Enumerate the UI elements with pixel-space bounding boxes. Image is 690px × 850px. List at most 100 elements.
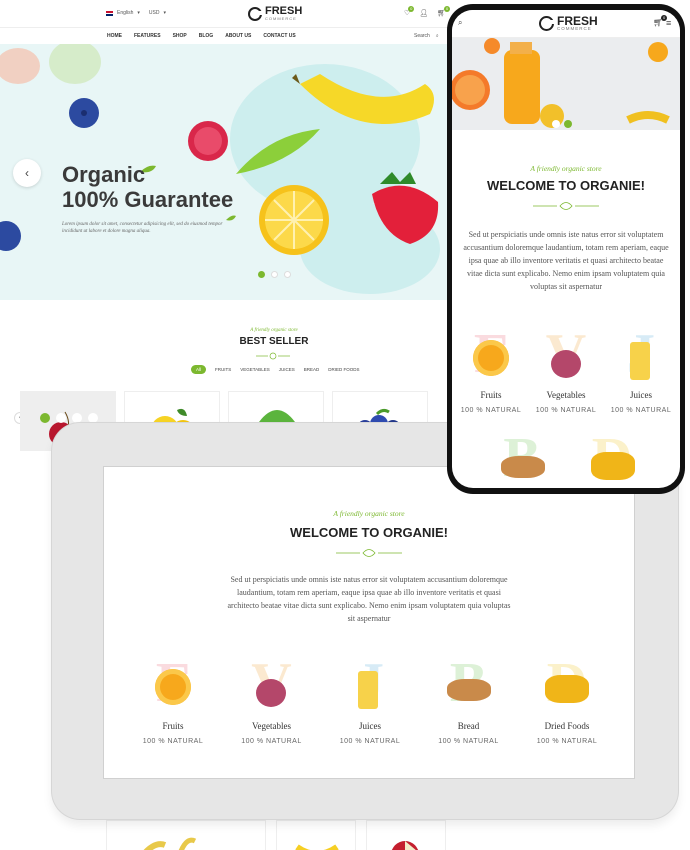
nav-about[interactable]: ABOUT US [225,33,251,39]
category-fruits[interactable]: F Fruits 100 % NATURAL [455,326,527,414]
category-dried-foods[interactable]: D [582,430,642,488]
welcome-title: WELCOME TO ORGANIE! [290,525,448,540]
search-icon: ⌕ [435,33,439,39]
category-bread[interactable]: B Bread 100 % NATURAL [420,655,518,745]
dried-fruit-icon [545,675,589,703]
phone-welcome-title: WELCOME TO ORGANIE! [487,178,645,193]
menu-button[interactable]: ≡ [666,18,671,28]
category-name: Juices [359,721,381,731]
phone-welcome-text: Sed ut perspiciatis unde omnis iste natu… [463,230,669,291]
phone-category-list: F Fruits 100 % NATURAL V Vegetables 100 … [455,326,677,414]
product-card[interactable] [276,820,356,850]
category-note: 100 % NATURAL [535,407,597,414]
orange-slice-icon [155,669,191,705]
phone-hero [452,38,680,130]
tab-juices[interactable]: JUICES [279,367,295,372]
welcome-tagline: A friendly organic store [333,509,405,518]
nav-shop[interactable]: SHOP [173,33,187,39]
phone-welcome-tagline: A friendly organic store [530,164,602,173]
tablet-screen: A friendly organic store WELCOME TO ORGA… [104,467,634,778]
category-image: J [612,326,670,384]
dried-fruit-icon [591,452,635,480]
search-toggle[interactable]: Search ⌕ [414,33,439,39]
hero-slider: ‹ Organic 100% Guarantee Lorem ipsum dolo… [0,44,450,300]
nav-features[interactable]: FEATURES [134,33,161,39]
hero-title-line2: 100% Guarantee [62,187,234,212]
juice-glass-icon [630,342,650,380]
tab-fruits[interactable]: FRUITS [215,367,231,372]
category-list: F Fruits 100 % NATURAL V Vegetables 100 … [124,655,616,745]
category-image: V [537,326,595,384]
uk-flag-icon [106,10,113,16]
main-nav: HOME FEATURES SHOP BLOG ABOUT US CONTACT… [0,27,450,43]
category-note: 100 % NATURAL [460,407,522,414]
category-juices[interactable]: J Juices 100 % NATURAL [321,655,419,745]
product-image [295,844,339,850]
category-image: D [537,655,597,713]
account-button[interactable]: 👤︎ [419,9,428,17]
wishlist-button[interactable]: ♡ 0 [404,6,415,17]
search-icon: ⌕ [458,18,463,27]
category-fruits[interactable]: F Fruits 100 % NATURAL [124,655,222,745]
category-juices[interactable]: J Juices 100 % NATURAL [605,326,677,414]
category-note: 100 % NATURAL [610,407,672,414]
tab-all[interactable]: All [191,365,207,374]
nav-contact[interactable]: CONTACT US [263,33,295,39]
slider-dots [258,271,291,278]
tab-vegetables[interactable]: VEGETABLES [240,367,269,372]
nav-blog[interactable]: BLOG [199,33,213,39]
slider-dot[interactable] [284,271,291,278]
product-card[interactable] [366,820,446,850]
category-name: Fruits [162,721,184,731]
logo-sub: COMMERCE [265,16,297,21]
slider-prev-button[interactable]: ‹ [13,159,41,187]
language-selector[interactable]: English [117,10,133,16]
category-name: Fruits [480,390,502,400]
category-image: D [583,430,641,488]
nav-home[interactable]: HOME [107,33,122,39]
phone-header: ⌕ FRESH COMMERCE 🛒︎ 0 ≡ [452,10,680,38]
beet-icon [551,350,581,378]
phone-search-button[interactable]: ⌕ [458,18,462,28]
top-bar: English ▾ USD ▾ FRESH COMMERCE ♡ 0 👤︎ 🛒︎ 0 [0,0,451,26]
locale-selectors: English ▾ USD ▾ [106,10,166,16]
category-name: Dried Foods [544,721,590,731]
product-image [143,837,197,850]
phone-cart-button[interactable]: 🛒︎ 0 [653,15,668,27]
site-logo[interactable]: FRESH COMMERCE [248,6,302,21]
category-image: V [242,655,302,713]
logo-mark-icon [539,15,555,31]
category-image: B [493,430,551,488]
currency-selector[interactable]: USD [149,10,160,16]
search-label: Search [414,33,430,39]
product-card[interactable] [106,820,266,850]
category-vegetables[interactable]: V Vegetables 100 % NATURAL [530,326,602,414]
beet-icon [255,679,286,707]
juice-glass-icon [358,671,378,709]
product-image [391,841,419,850]
category-note: 100 % NATURAL [241,738,302,745]
hamburger-icon: ≡ [666,18,672,28]
category-image: F [143,655,203,713]
category-dried-foods[interactable]: D Dried Foods 100 % NATURAL [518,655,616,745]
category-vegetables[interactable]: V Vegetables 100 % NATURAL [223,655,321,745]
hero-title-line1: Organic [62,162,146,187]
tab-bread[interactable]: BREAD [304,367,320,372]
phone-logo[interactable]: FRESH COMMERCE [539,15,598,32]
welcome-text: Sed ut perspiciatis unde omnis iste natu… [227,575,511,623]
cart-count: 0 [444,6,451,12]
category-note: 100 % NATURAL [438,738,499,745]
orange-slice-icon [473,340,509,376]
logo-sub: COMMERCE [557,26,592,31]
category-name: Vegetables [546,390,586,400]
category-image: F [462,326,520,384]
cart-button[interactable]: 🛒︎ 0 [437,6,451,17]
tab-dried-foods[interactable]: DRIED FOODS [328,367,359,372]
category-tabs: All FRUITS VEGETABLES JUICES BREAD DRIED… [191,365,360,374]
category-bread[interactable]: B [492,430,552,488]
slider-dot[interactable] [271,271,278,278]
slider-dot[interactable] [258,271,265,278]
category-note: 100 % NATURAL [536,738,598,745]
logo-mark-icon [248,6,263,21]
phone-hero-art [452,38,670,128]
